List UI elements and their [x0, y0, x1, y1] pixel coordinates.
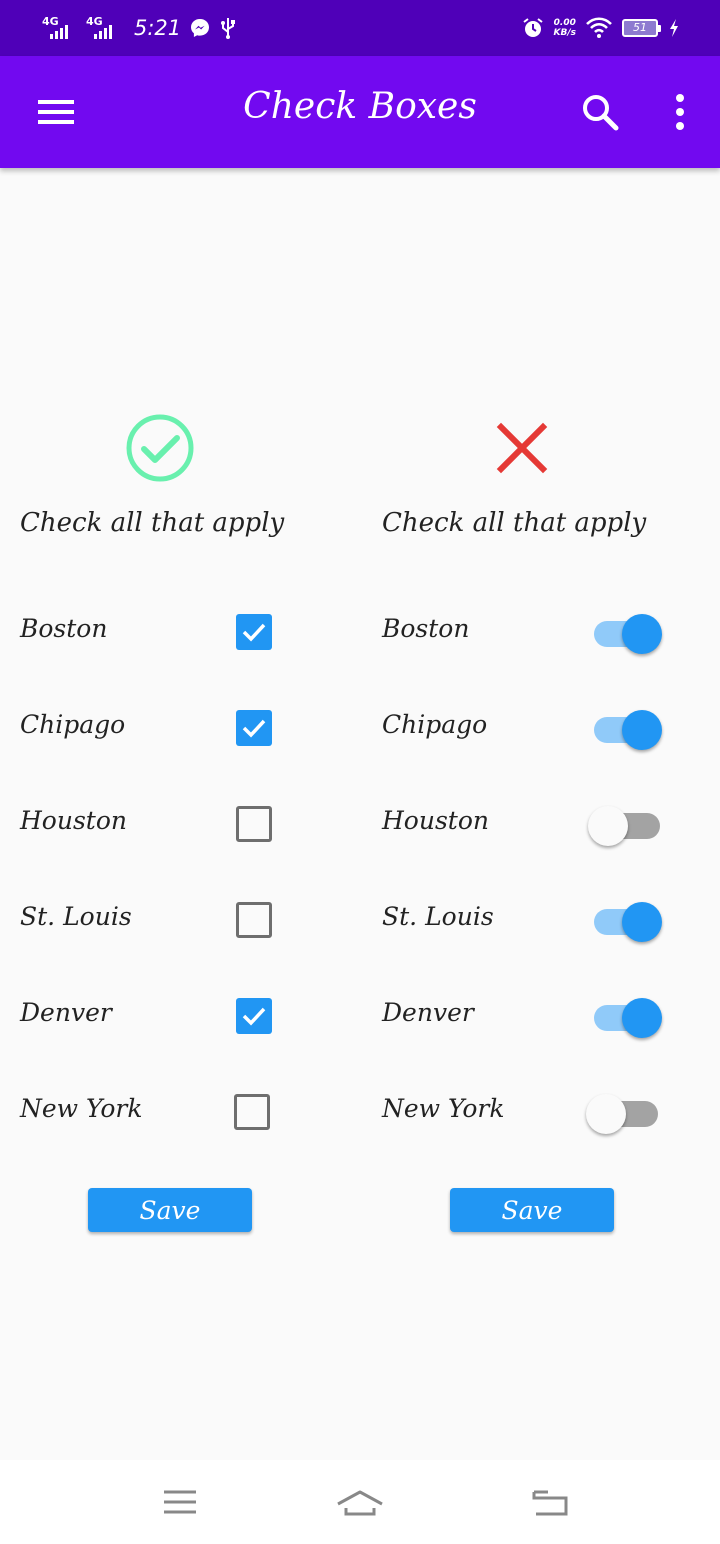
- switch-houston[interactable]: [588, 800, 668, 848]
- home-icon: [337, 1490, 383, 1516]
- checkbox-label: Chipago: [20, 710, 126, 739]
- status-bar: 4G 4G 5:21 0.00 KB/s 51: [0, 0, 720, 56]
- charging-icon: [670, 19, 678, 37]
- status-bar-left: 4G 4G 5:21: [40, 14, 237, 42]
- close-icon: [496, 422, 548, 474]
- switch-label: Houston: [382, 806, 489, 835]
- checkmark-icon: [242, 623, 266, 642]
- back-button[interactable]: [522, 1480, 578, 1524]
- net-speed: 0.00 KB/s: [554, 18, 576, 38]
- switch-denver[interactable]: [588, 992, 668, 1040]
- back-icon: [532, 1490, 568, 1516]
- checkbox-label: Houston: [20, 806, 127, 835]
- switch-boston[interactable]: [588, 608, 668, 656]
- signal-icon: 4G: [84, 15, 120, 41]
- switch-label: New York: [382, 1094, 505, 1123]
- switch-label: Boston: [382, 614, 470, 643]
- checkbox-houston[interactable]: [236, 806, 272, 842]
- checkbox-label: Denver: [20, 998, 112, 1027]
- checkbox-denver[interactable]: [236, 998, 272, 1034]
- status-bar-right: 0.00 KB/s 51: [522, 14, 680, 42]
- switch-label: Denver: [382, 998, 474, 1027]
- right-heading: Check all that apply: [382, 508, 647, 538]
- net-speed-unit: KB/s: [553, 28, 576, 38]
- switch-new-york[interactable]: [586, 1088, 666, 1136]
- alarm-icon: [522, 18, 543, 37]
- checkbox-label: Boston: [20, 614, 108, 643]
- checkmark-icon: [242, 1007, 266, 1026]
- checkbox-st-louis[interactable]: [236, 902, 272, 938]
- more-options-button[interactable]: [660, 88, 700, 136]
- switch-st-louis[interactable]: [588, 896, 668, 944]
- usb-icon: [221, 18, 236, 39]
- checkbox-label: New York: [20, 1094, 143, 1123]
- wifi-icon: [586, 17, 612, 38]
- signal-icon: 4G: [40, 15, 76, 41]
- check-circle-icon: [126, 414, 194, 482]
- status-time: 5:21: [134, 16, 182, 40]
- search-button[interactable]: [576, 88, 624, 136]
- checkbox-boston[interactable]: [236, 614, 272, 650]
- app-bar: Check Boxes: [0, 56, 720, 168]
- checkbox-label: St. Louis: [20, 902, 132, 931]
- more-vert-icon: [676, 94, 684, 130]
- home-button[interactable]: [332, 1480, 388, 1524]
- left-heading: Check all that apply: [20, 508, 285, 538]
- switch-label: Chipago: [382, 710, 488, 739]
- switch-label: St. Louis: [382, 902, 494, 931]
- recent-apps-icon: [164, 1490, 196, 1514]
- messenger-icon: [191, 19, 210, 37]
- checkbox-chipago[interactable]: [236, 710, 272, 746]
- save-button-switches[interactable]: Save: [450, 1188, 614, 1232]
- recent-apps-button[interactable]: [152, 1480, 208, 1524]
- navigation-bar: [0, 1460, 720, 1544]
- net-speed-value: 0.00: [553, 18, 576, 28]
- checkbox-new-york[interactable]: [234, 1094, 270, 1130]
- save-button-checkboxes[interactable]: Save: [88, 1188, 252, 1232]
- search-icon: [583, 95, 619, 131]
- checkmark-icon: [242, 719, 266, 738]
- battery-icon: 51: [622, 19, 661, 37]
- switch-chipago[interactable]: [588, 704, 668, 752]
